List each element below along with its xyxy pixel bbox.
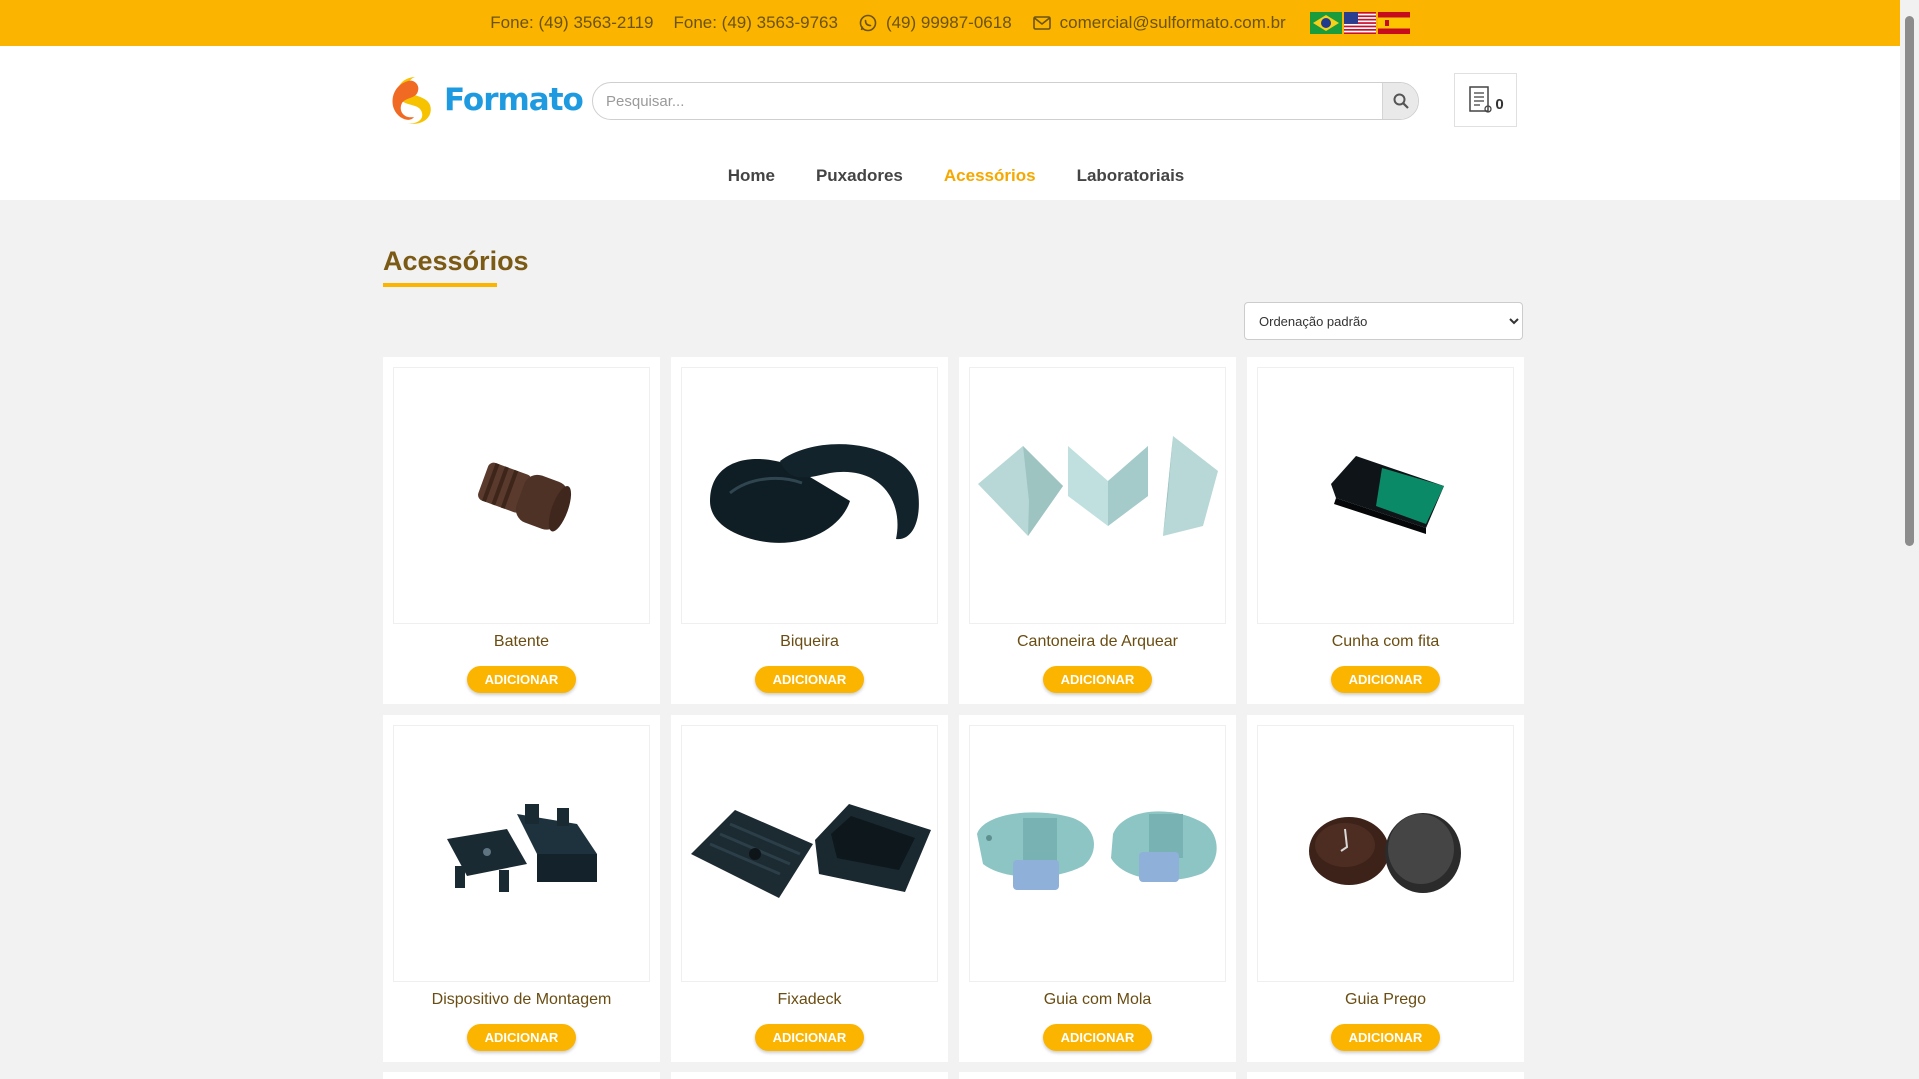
dispositivo-image — [446, 803, 597, 892]
product-image[interactable] — [393, 367, 650, 624]
search-input[interactable] — [593, 83, 1418, 119]
page-title: Acessórios — [383, 246, 529, 276]
batente-image — [477, 462, 571, 531]
nav-home[interactable]: Home — [728, 166, 775, 186]
add-to-cart-button[interactable]: ADICIONAR — [755, 1024, 864, 1051]
guia-mola-image — [976, 810, 1217, 890]
product-card-partial — [1247, 1072, 1524, 1079]
add-to-cart-button[interactable]: ADICIONAR — [1331, 666, 1440, 693]
product-image[interactable] — [393, 725, 650, 982]
product-card[interactable]: Cunha com fita ADICIONAR — [1247, 357, 1524, 704]
product-image[interactable] — [681, 367, 938, 624]
cart-count: 0 — [1495, 95, 1504, 113]
product-image[interactable] — [1257, 367, 1514, 624]
product-card[interactable]: Fixadeck ADICIONAR — [671, 715, 948, 1062]
fixadeck-image — [690, 803, 931, 898]
spain-flag-icon[interactable] — [1377, 12, 1410, 34]
whatsapp-icon — [858, 13, 878, 33]
title-underline — [383, 283, 497, 287]
page-scrollbar[interactable] — [1900, 0, 1919, 1079]
main-nav: Home Puxadores Acessórios Laboratoriais — [0, 166, 1900, 186]
add-to-cart-button[interactable]: ADICIONAR — [467, 666, 576, 693]
search-button[interactable] — [1382, 83, 1418, 119]
usa-flag-icon[interactable] — [1343, 12, 1376, 34]
add-to-cart-button[interactable]: ADICIONAR — [755, 666, 864, 693]
whatsapp-number: (49) 99987-0618 — [885, 13, 1012, 32]
product-card-partial — [383, 1072, 660, 1079]
nav-puxadores[interactable]: Puxadores — [816, 166, 903, 186]
search-bar — [592, 82, 1419, 120]
cunha-image — [1330, 455, 1444, 534]
envelope-icon — [1032, 13, 1052, 33]
product-card[interactable]: Cantoneira de Arquear ADICIONAR — [959, 357, 1236, 704]
biqueira-image — [709, 443, 919, 543]
quote-list-icon — [1469, 86, 1492, 113]
product-name[interactable]: Batente — [383, 633, 660, 651]
product-card[interactable]: Biqueira ADICIONAR — [671, 357, 948, 704]
add-to-cart-button[interactable]: ADICIONAR — [467, 1024, 576, 1051]
site-header: Formato 0 Home Puxadores Acessórios Labo… — [0, 46, 1900, 200]
whatsapp-contact[interactable]: (49) 99987-0618 — [858, 13, 1012, 33]
product-card[interactable]: Guia com Mola ADICIONAR — [959, 715, 1236, 1062]
product-name[interactable]: Dispositivo de Montagem — [383, 991, 660, 1009]
phone-1: Fone: (49) 3563-2119 — [490, 13, 654, 32]
sort-select[interactable]: Ordenação padrão — [1244, 302, 1523, 340]
phone-2: Fone: (49) 3563-9763 — [673, 13, 838, 32]
product-image[interactable] — [969, 725, 1226, 982]
add-to-cart-button[interactable]: ADICIONAR — [1331, 1024, 1440, 1051]
product-name[interactable]: Fixadeck — [671, 991, 948, 1009]
product-name[interactable]: Biqueira — [671, 633, 948, 651]
logo[interactable]: Formato — [386, 73, 584, 127]
scrollbar-thumb[interactable] — [1905, 16, 1914, 546]
product-grid: Batente ADICIONAR Biqueira ADICIONAR Can… — [383, 357, 1524, 1062]
product-image[interactable] — [681, 725, 938, 982]
add-to-cart-button[interactable]: ADICIONAR — [1043, 1024, 1152, 1051]
product-image[interactable] — [1257, 725, 1514, 982]
product-card-partial — [671, 1072, 948, 1079]
product-card-partial — [959, 1072, 1236, 1079]
email-address: comercial@sulformato.com.br — [1059, 13, 1286, 32]
product-card[interactable]: Dispositivo de Montagem ADICIONAR — [383, 715, 660, 1062]
product-card[interactable]: Batente ADICIONAR — [383, 357, 660, 704]
email-contact[interactable]: comercial@sulformato.com.br — [1032, 13, 1286, 33]
logo-icon — [392, 77, 431, 124]
brazil-flag-icon[interactable] — [1309, 12, 1342, 34]
search-icon — [1393, 93, 1409, 109]
logo-text: Formato — [444, 82, 584, 118]
product-image[interactable] — [969, 367, 1226, 624]
language-flags — [1309, 12, 1410, 34]
product-name[interactable]: Guia com Mola — [959, 991, 1236, 1009]
guia-prego-image — [1308, 812, 1461, 893]
top-contact-bar: Fone: (49) 3563-2119 Fone: (49) 3563-976… — [0, 0, 1900, 46]
cart-button[interactable]: 0 — [1454, 73, 1517, 127]
nav-laboratoriais[interactable]: Laboratoriais — [1077, 166, 1185, 186]
cantoneira-image — [977, 435, 1218, 536]
add-to-cart-button[interactable]: ADICIONAR — [1043, 666, 1152, 693]
product-name[interactable]: Guia Prego — [1247, 991, 1524, 1009]
nav-acessorios[interactable]: Acessórios — [944, 166, 1036, 186]
product-name[interactable]: Cantoneira de Arquear — [959, 633, 1236, 651]
product-card[interactable]: Guia Prego ADICIONAR — [1247, 715, 1524, 1062]
product-name[interactable]: Cunha com fita — [1247, 633, 1524, 651]
